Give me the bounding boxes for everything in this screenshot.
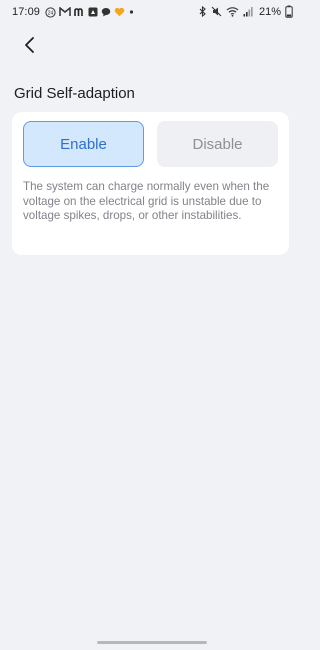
disable-button[interactable]: Disable — [157, 121, 278, 167]
status-time: 17:09 — [12, 6, 41, 18]
battery-icon — [285, 5, 293, 18]
notification-icons: 24 — [45, 5, 135, 19]
battery-percent: 21% — [258, 5, 281, 18]
section-title: Grid Self-adaption — [14, 85, 135, 102]
mail-icon — [59, 7, 71, 16]
status-bar: 17:09 24 21% — [0, 0, 303, 26]
system-icons: 21% — [198, 5, 293, 18]
dot-icon — [129, 10, 134, 14]
signal-icon — [243, 7, 253, 17]
enable-button[interactable]: Enable — [23, 121, 144, 167]
square-app-icon — [88, 7, 98, 17]
description-text: The system can charge normally even when… — [23, 180, 270, 223]
svg-text:24: 24 — [48, 10, 54, 16]
chevron-left-icon — [25, 37, 34, 53]
home-indicator[interactable] — [97, 641, 207, 644]
m-icon — [74, 8, 83, 16]
back-button[interactable] — [14, 30, 44, 60]
heart-icon — [114, 7, 125, 17]
wifi-icon — [226, 7, 239, 17]
chat-bubble-icon — [101, 8, 111, 17]
mute-icon — [211, 6, 222, 17]
bluetooth-icon — [199, 6, 206, 17]
grid-adaption-card: Enable Disable The system can charge nor… — [12, 112, 289, 255]
badge-24-icon: 24 — [45, 6, 56, 18]
